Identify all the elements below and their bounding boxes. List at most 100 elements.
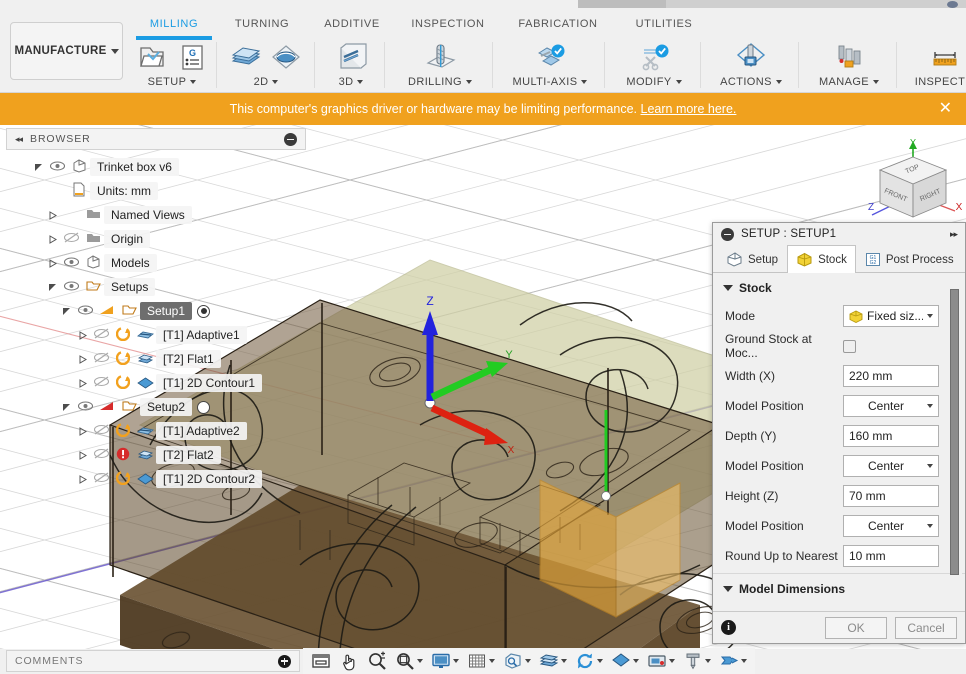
expand-arrow-right-icon[interactable] — [44, 258, 60, 268]
expand-arrow-right-icon[interactable] — [74, 378, 90, 388]
panel-manage-label[interactable]: MANAGE — [819, 76, 880, 88]
depth-y-input[interactable]: 160 mm — [843, 425, 939, 447]
account-avatar-icon[interactable] — [947, 1, 958, 8]
visual-style-button[interactable] — [535, 649, 571, 673]
tree-label[interactable]: Origin — [104, 230, 151, 248]
active-setup-radio[interactable] — [197, 400, 211, 414]
tab-turning[interactable]: TURNING — [224, 17, 300, 37]
tab-utilities[interactable]: UTILITIES — [622, 17, 706, 37]
model-position-y-select[interactable]: Center — [843, 455, 939, 477]
multi-axis-icon[interactable] — [531, 39, 569, 75]
setup-dialog[interactable]: SETUP : SETUP1 ▸▸ Setup Stock G1 G2 Post … — [712, 222, 966, 644]
tree-label[interactable]: Named Views — [104, 206, 192, 224]
stock-visibility-button[interactable] — [643, 649, 679, 673]
panel-2d-label[interactable]: 2D — [254, 76, 279, 88]
tab-stock[interactable]: Stock — [787, 245, 856, 273]
visibility-eye-off-icon[interactable] — [90, 448, 112, 462]
tree-label[interactable]: Models — [104, 254, 157, 272]
drilling-icon[interactable] — [421, 39, 459, 75]
tree-label[interactable]: [T2] Flat2 — [156, 446, 221, 464]
tree-item-units[interactable]: Units: mm — [6, 179, 306, 203]
tab-fabrication[interactable]: FABRICATION — [506, 17, 610, 37]
add-comment-icon[interactable] — [278, 654, 291, 668]
height-z-input[interactable]: 70 mm — [843, 485, 939, 507]
tree-label[interactable]: [T2] Flat1 — [156, 350, 221, 368]
tab-post-process[interactable]: G1 G2 Post Process — [856, 245, 963, 273]
expand-arrow-right-icon[interactable] — [44, 210, 60, 220]
tab-inspection[interactable]: INSPECTION — [400, 17, 496, 37]
tree-item-setup2[interactable]: Setup2 — [6, 395, 306, 419]
tree-item-adaptive2[interactable]: [T1] Adaptive2 — [6, 419, 306, 443]
expand-arrow-right-icon[interactable] — [74, 354, 90, 364]
actions-simulate-icon[interactable] — [732, 39, 770, 75]
generate-nc-program-icon[interactable]: G — [173, 39, 211, 75]
expand-arrow-down-icon[interactable] — [58, 306, 74, 316]
visibility-eye-icon[interactable] — [74, 304, 96, 318]
section-stock-header[interactable]: Stock — [713, 279, 965, 301]
tree-label[interactable]: [T1] Adaptive2 — [156, 422, 247, 440]
panel-3d-label[interactable]: 3D — [339, 76, 364, 88]
tree-item-2d-contour1[interactable]: [T1] 2D Contour1 — [6, 371, 306, 395]
viewports-button[interactable] — [499, 649, 535, 673]
workspace-switcher-button[interactable]: MANUFACTURE — [10, 22, 123, 80]
tree-item-setup1[interactable]: Setup1 — [6, 299, 306, 323]
minimize-icon[interactable] — [284, 132, 297, 146]
dialog-collapse-icon[interactable] — [721, 227, 734, 241]
display-orbit-button[interactable] — [427, 649, 463, 673]
info-icon[interactable]: i — [721, 620, 736, 635]
ground-stock-checkbox[interactable] — [843, 339, 856, 353]
fit-button[interactable] — [391, 649, 427, 673]
expand-arrow-right-icon[interactable] — [74, 450, 90, 460]
dialog-scrollbar-thumb[interactable] — [950, 289, 959, 575]
tool-visibility-button[interactable] — [679, 649, 715, 673]
tree-item-adaptive1[interactable]: [T1] Adaptive1 — [6, 323, 306, 347]
tree-label[interactable]: [T1] 2D Contour2 — [156, 470, 263, 488]
section-model-dimensions-header[interactable]: Model Dimensions — [713, 573, 965, 600]
cancel-button[interactable]: Cancel — [895, 616, 957, 639]
inspect-measure-icon[interactable] — [926, 39, 964, 75]
tree-label[interactable]: Setup1 — [140, 302, 193, 320]
tree-label[interactable]: [T1] 2D Contour1 — [156, 374, 263, 392]
close-icon[interactable]: ✕ — [939, 101, 952, 117]
panel-actions-label[interactable]: ACTIONS — [720, 76, 782, 88]
visibility-eye-icon[interactable] — [46, 160, 68, 174]
tree-label[interactable]: Units: mm — [90, 182, 158, 200]
visibility-eye-icon[interactable] — [74, 400, 96, 414]
visibility-eye-icon[interactable] — [60, 280, 82, 294]
banner-learn-more-link[interactable]: Learn more here. — [641, 102, 737, 116]
visibility-eye-icon[interactable] — [60, 256, 82, 270]
zoom-button[interactable] — [363, 649, 391, 673]
tree-item-models[interactable]: Models — [6, 251, 306, 275]
model-position-x-select[interactable]: Center — [843, 395, 939, 417]
panel-drilling-label[interactable]: DRILLING — [408, 76, 472, 88]
width-x-input[interactable]: 220 mm — [843, 365, 939, 387]
tree-item-setups[interactable]: Setups — [6, 275, 306, 299]
dialog-header[interactable]: SETUP : SETUP1 ▸▸ — [713, 223, 965, 245]
ok-button[interactable]: OK — [825, 616, 887, 639]
expand-arrow-right-icon[interactable] — [74, 426, 90, 436]
browser-tab-active[interactable] — [666, 0, 966, 8]
toolbar-display-settings-button[interactable] — [307, 649, 335, 673]
comments-panel[interactable]: COMMENTS — [6, 650, 300, 672]
collapse-left-icon[interactable]: ◂◂ — [15, 134, 23, 145]
manage-tool-library-icon[interactable] — [830, 39, 868, 75]
tree-label[interactable]: Setups — [104, 278, 156, 296]
tree-label[interactable]: [T1] Adaptive1 — [156, 326, 247, 344]
expand-right-icon[interactable]: ▸▸ — [950, 229, 958, 240]
expand-arrow-down-icon[interactable] — [44, 282, 60, 292]
tree-item-named-views[interactable]: Named Views — [6, 203, 306, 227]
2d-pocket-icon[interactable] — [267, 39, 305, 75]
tree-item-origin[interactable]: Origin — [6, 227, 306, 251]
visibility-eye-off-icon[interactable] — [60, 232, 82, 246]
panel-setup-label[interactable]: SETUP — [148, 76, 197, 88]
mode-select[interactable]: Fixed siz... — [843, 305, 939, 327]
tree-item-2d-contour2[interactable]: [T1] 2D Contour2 — [6, 467, 306, 491]
grid-snaps-button[interactable] — [463, 649, 499, 673]
tree-label[interactable]: Trinket box v6 — [90, 158, 179, 176]
expand-arrow-right-icon[interactable] — [74, 330, 90, 340]
dialog-scrollbar-track[interactable] — [950, 279, 962, 611]
tab-milling[interactable]: MILLING — [136, 17, 212, 40]
new-setup-icon[interactable] — [133, 39, 171, 75]
simulate-refresh-button[interactable] — [571, 649, 607, 673]
panel-modify-label[interactable]: MODIFY — [626, 76, 682, 88]
